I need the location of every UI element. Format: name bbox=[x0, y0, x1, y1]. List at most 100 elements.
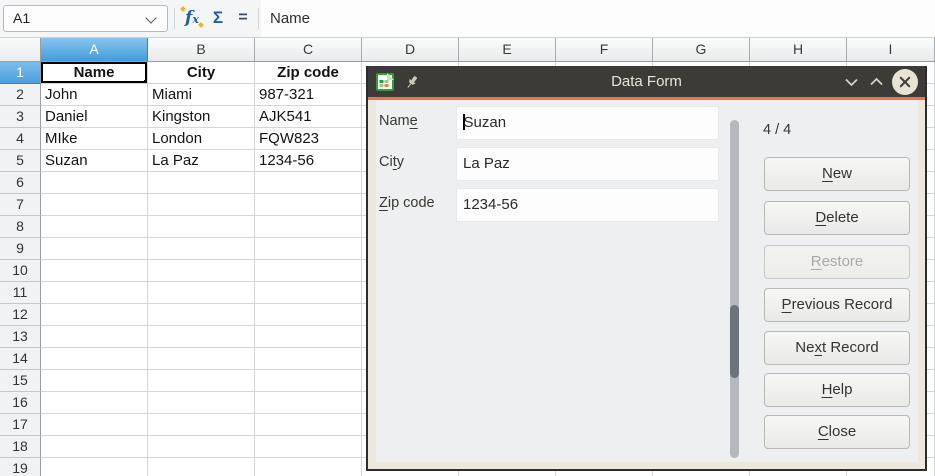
cell-C2[interactable]: 987-321 bbox=[255, 84, 362, 106]
cell-A14[interactable] bbox=[41, 348, 148, 370]
row-header-1[interactable]: 1 bbox=[0, 62, 41, 84]
cell-B19[interactable] bbox=[148, 458, 255, 476]
cell-C18[interactable] bbox=[255, 436, 362, 458]
cell-A18[interactable] bbox=[41, 436, 148, 458]
cell-C7[interactable] bbox=[255, 194, 362, 216]
row-header-16[interactable]: 16 bbox=[0, 392, 41, 414]
column-header-A[interactable]: A bbox=[41, 38, 148, 61]
cell-A2[interactable]: John bbox=[41, 84, 148, 106]
cell-C11[interactable] bbox=[255, 282, 362, 304]
row-header-5[interactable]: 5 bbox=[0, 150, 41, 172]
next-record-button[interactable]: Next Record bbox=[764, 331, 910, 365]
cell-A15[interactable] bbox=[41, 370, 148, 392]
cell-A11[interactable] bbox=[41, 282, 148, 304]
cell-B9[interactable] bbox=[148, 238, 255, 260]
name-box-dropdown-icon[interactable] bbox=[145, 12, 156, 23]
cell-B1[interactable]: City bbox=[148, 62, 255, 84]
cell-A8[interactable] bbox=[41, 216, 148, 238]
cell-C5[interactable]: 1234-56 bbox=[255, 150, 362, 172]
new-button[interactable]: New bbox=[764, 157, 910, 191]
cell-B18[interactable] bbox=[148, 436, 255, 458]
cell-C13[interactable] bbox=[255, 326, 362, 348]
form-scrollbar-thumb[interactable] bbox=[730, 305, 739, 378]
column-header-E[interactable]: E bbox=[459, 38, 556, 61]
row-header-15[interactable]: 15 bbox=[0, 370, 41, 392]
cell-B2[interactable]: Miami bbox=[148, 84, 255, 106]
cell-B14[interactable] bbox=[148, 348, 255, 370]
cell-B15[interactable] bbox=[148, 370, 255, 392]
cell-A1[interactable]: Name bbox=[41, 62, 148, 84]
previous-record-button[interactable]: Previous Record bbox=[764, 288, 910, 322]
row-header-6[interactable]: 6 bbox=[0, 172, 41, 194]
cell-A9[interactable] bbox=[41, 238, 148, 260]
name-input[interactable]: Suzan bbox=[456, 106, 719, 140]
cell-B6[interactable] bbox=[148, 172, 255, 194]
row-header-11[interactable]: 11 bbox=[0, 282, 41, 304]
select-all-corner[interactable] bbox=[0, 38, 41, 61]
cell-A5[interactable]: Suzan bbox=[41, 150, 148, 172]
column-header-I[interactable]: I bbox=[847, 38, 935, 61]
cell-A3[interactable]: Daniel bbox=[41, 106, 148, 128]
cell-C1[interactable]: Zip code bbox=[255, 62, 362, 84]
row-header-9[interactable]: 9 bbox=[0, 238, 41, 260]
cell-C8[interactable] bbox=[255, 216, 362, 238]
cell-B7[interactable] bbox=[148, 194, 255, 216]
formula-equals-icon[interactable]: = bbox=[231, 5, 255, 31]
cell-C4[interactable]: FQW823 bbox=[255, 128, 362, 150]
zip-code-input[interactable]: 1234-56 bbox=[456, 188, 719, 222]
cell-A19[interactable] bbox=[41, 458, 148, 476]
cell-C12[interactable] bbox=[255, 304, 362, 326]
cell-A7[interactable] bbox=[41, 194, 148, 216]
cell-B11[interactable] bbox=[148, 282, 255, 304]
row-header-12[interactable]: 12 bbox=[0, 304, 41, 326]
row-header-13[interactable]: 13 bbox=[0, 326, 41, 348]
row-header-18[interactable]: 18 bbox=[0, 436, 41, 458]
city-input[interactable]: La Paz bbox=[456, 147, 719, 181]
cell-A17[interactable] bbox=[41, 414, 148, 436]
cell-B12[interactable] bbox=[148, 304, 255, 326]
column-header-D[interactable]: D bbox=[362, 38, 459, 61]
cell-C19[interactable] bbox=[255, 458, 362, 476]
cell-A10[interactable] bbox=[41, 260, 148, 282]
cell-C17[interactable] bbox=[255, 414, 362, 436]
cell-C9[interactable] bbox=[255, 238, 362, 260]
column-header-C[interactable]: C bbox=[255, 38, 362, 61]
row-header-19[interactable]: 19 bbox=[0, 458, 41, 476]
row-header-14[interactable]: 14 bbox=[0, 348, 41, 370]
pin-icon[interactable] bbox=[404, 74, 420, 90]
cell-C16[interactable] bbox=[255, 392, 362, 414]
cell-A13[interactable] bbox=[41, 326, 148, 348]
form-scrollbar-track[interactable] bbox=[730, 120, 739, 458]
close-icon[interactable] bbox=[892, 69, 918, 95]
row-header-17[interactable]: 17 bbox=[0, 414, 41, 436]
sum-icon[interactable]: Σ bbox=[206, 5, 230, 31]
dialog-titlebar[interactable]: Data Form bbox=[368, 66, 925, 97]
cell-A4[interactable]: MIke bbox=[41, 128, 148, 150]
cell-A12[interactable] bbox=[41, 304, 148, 326]
cell-C3[interactable]: AJK541 bbox=[255, 106, 362, 128]
row-header-2[interactable]: 2 bbox=[0, 84, 41, 106]
cell-B16[interactable] bbox=[148, 392, 255, 414]
column-header-B[interactable]: B bbox=[148, 38, 255, 61]
cell-B4[interactable]: London bbox=[148, 128, 255, 150]
cell-A6[interactable] bbox=[41, 172, 148, 194]
row-header-8[interactable]: 8 bbox=[0, 216, 41, 238]
cell-A16[interactable] bbox=[41, 392, 148, 414]
column-header-F[interactable]: F bbox=[556, 38, 653, 61]
cell-B5[interactable]: La Paz bbox=[148, 150, 255, 172]
cell-B13[interactable] bbox=[148, 326, 255, 348]
name-box[interactable]: A1 bbox=[3, 5, 168, 32]
cell-B10[interactable] bbox=[148, 260, 255, 282]
cell-B17[interactable] bbox=[148, 414, 255, 436]
cell-C10[interactable] bbox=[255, 260, 362, 282]
roll-down-icon[interactable] bbox=[842, 73, 860, 91]
cell-C15[interactable] bbox=[255, 370, 362, 392]
cell-C14[interactable] bbox=[255, 348, 362, 370]
cell-C6[interactable] bbox=[255, 172, 362, 194]
roll-up-icon[interactable] bbox=[867, 73, 885, 91]
row-header-7[interactable]: 7 bbox=[0, 194, 41, 216]
row-header-3[interactable]: 3 bbox=[0, 106, 41, 128]
row-header-4[interactable]: 4 bbox=[0, 128, 41, 150]
delete-button[interactable]: Delete bbox=[764, 201, 910, 235]
formula-input[interactable]: Name bbox=[261, 0, 935, 37]
